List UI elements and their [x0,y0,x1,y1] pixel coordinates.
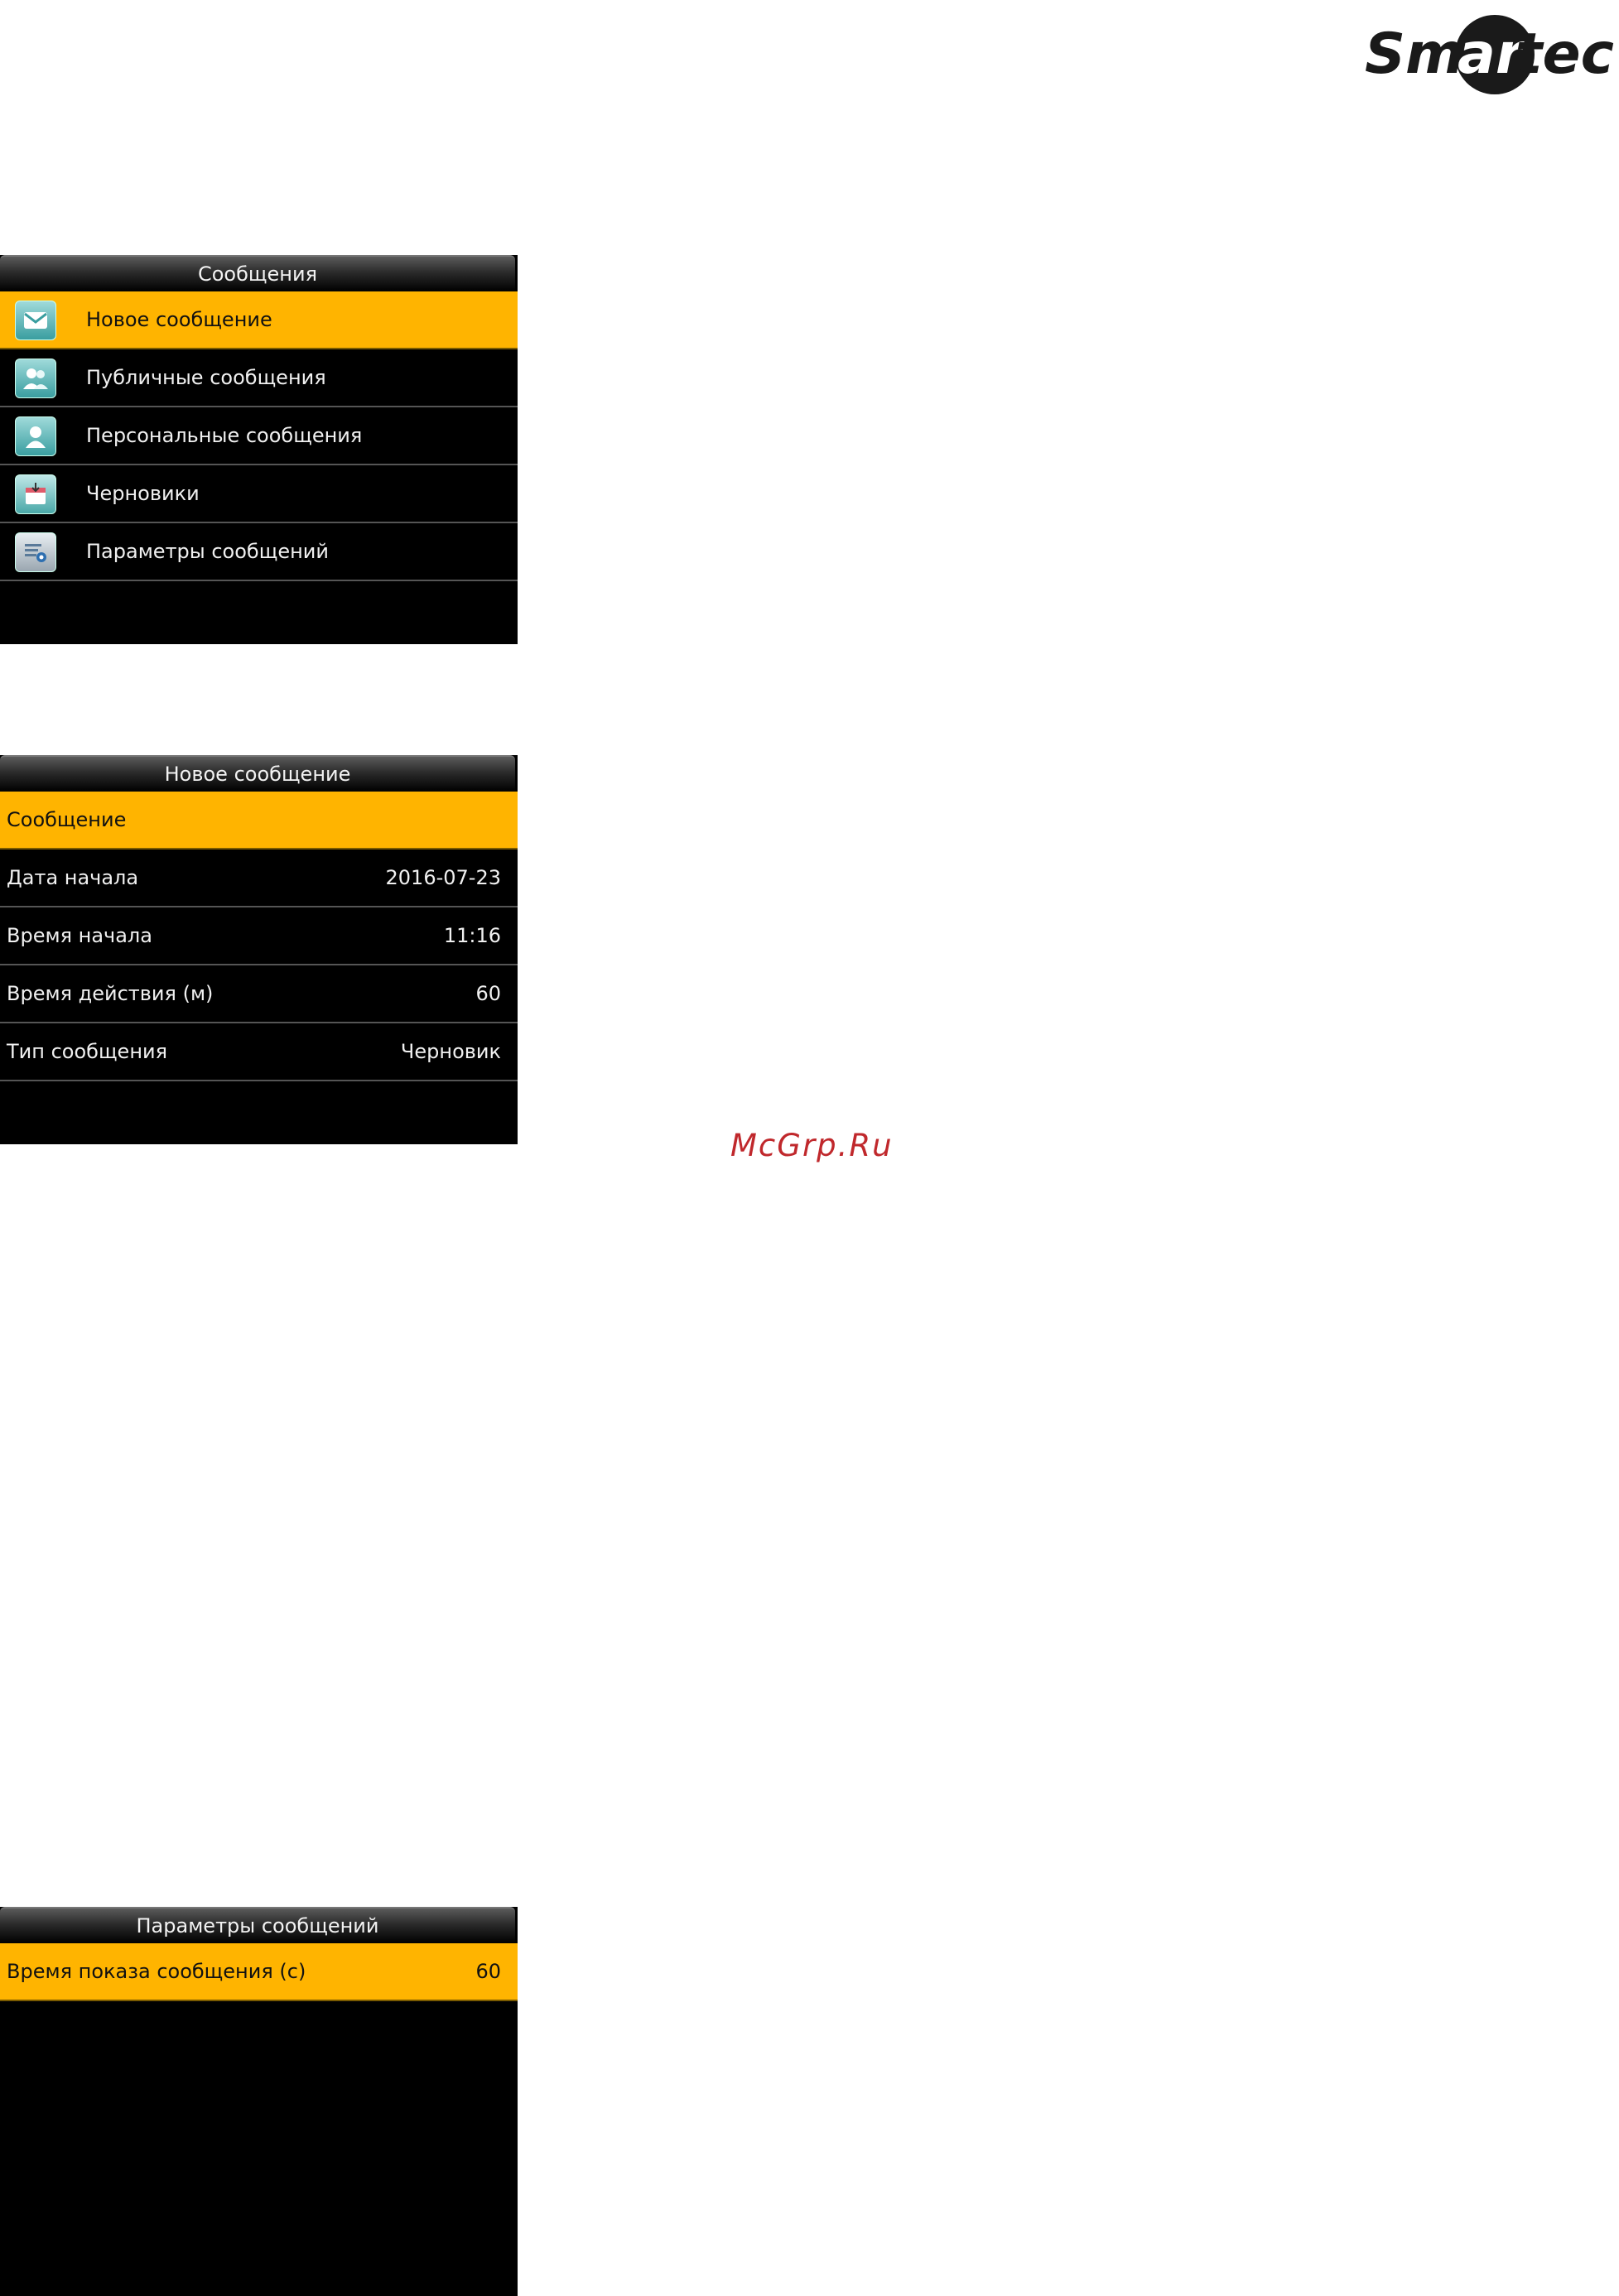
message-settings-icon [15,532,56,572]
field-start-date[interactable]: Дата начала 2016-07-23 [0,850,518,907]
field-value: 60 [475,982,501,1005]
field-label: Дата начала [7,866,139,889]
field-display-time[interactable]: Время показа сообщения (с) 60 [0,1943,518,2001]
menu-item-personal-messages[interactable]: Персональные сообщения [0,407,518,465]
public-messages-icon [15,359,56,398]
menu-item-label: Персональные сообщения [86,424,363,447]
menu-item-public-messages[interactable]: Публичные сообщения [0,349,518,407]
svg-text:Sm: Sm [1365,22,1464,87]
field-value: 11:16 [443,924,501,947]
field-duration[interactable]: Время действия (м) 60 [0,965,518,1023]
field-message-type[interactable]: Тип сообщения Черновик [0,1023,518,1081]
smartec-logo: Sm ar tec [1358,7,1619,98]
field-label: Сообщение [7,808,127,831]
field-label: Тип сообщения [7,1040,168,1063]
field-label: Время действия (м) [7,982,214,1005]
svg-text:tec: tec [1515,22,1614,87]
menu-item-label: Параметры сообщений [86,540,329,563]
messages-menu-screen: Сообщения Новое сообщение Публичные сооб… [0,255,518,644]
screen-title: Сообщения [0,255,515,291]
menu-item-label: Публичные сообщения [86,366,326,389]
message-settings-screen: Параметры сообщений Время показа сообщен… [0,1907,518,2296]
field-value: Черновик [400,1040,501,1063]
field-start-time[interactable]: Время начала 11:16 [0,907,518,965]
personal-messages-icon [15,416,56,456]
field-value: 60 [475,1960,501,1983]
screen-title: Новое сообщение [0,755,515,792]
menu-item-label: Черновики [86,482,200,505]
field-label: Время начала [7,924,152,947]
watermark-text: McGrp.Ru [730,1128,894,1163]
menu-item-label: Новое сообщение [86,308,272,331]
screen-title: Параметры сообщений [0,1907,515,1943]
drafts-icon [15,474,56,514]
new-message-icon [15,301,56,340]
field-value: 2016-07-23 [385,866,501,889]
new-message-screen: Новое сообщение Сообщение Дата начала 20… [0,755,518,1144]
menu-item-new-message[interactable]: Новое сообщение [0,291,518,349]
menu-item-message-settings[interactable]: Параметры сообщений [0,523,518,581]
field-label: Время показа сообщения (с) [7,1960,306,1983]
field-message[interactable]: Сообщение [0,792,518,850]
menu-item-drafts[interactable]: Черновики [0,465,518,523]
